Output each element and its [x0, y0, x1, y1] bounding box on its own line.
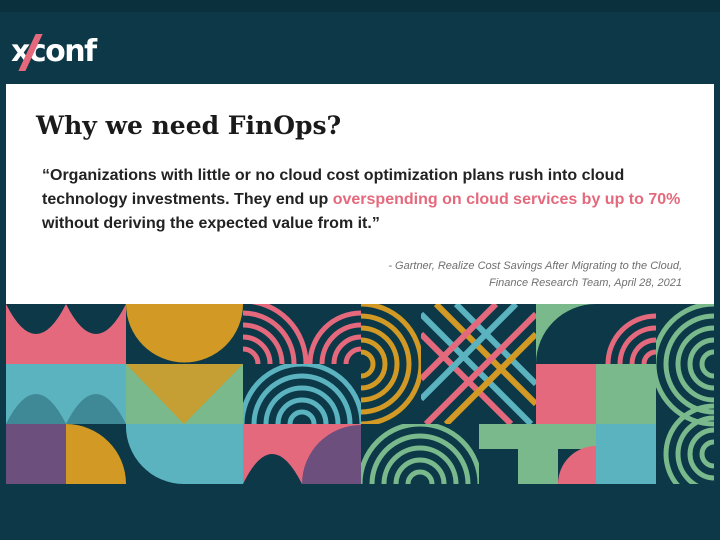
slide-card: Why we need FinOps? “Organizations with … [6, 84, 714, 304]
top-bar [0, 0, 720, 12]
pattern-tile [6, 424, 66, 484]
pattern-tile [596, 424, 656, 484]
pattern-tile [66, 424, 126, 484]
decorative-geometric-pattern [6, 304, 714, 484]
quote-attribution: - Gartner, Realize Cost Savings After Mi… [388, 258, 682, 292]
xconf-logo: xconf [11, 30, 121, 74]
attribution-line-2: Finance Research Team, April 28, 2021 [488, 277, 682, 289]
bottom-bar [0, 484, 720, 540]
attribution-line-1: - Gartner, Realize Cost Savings After Mi… [388, 260, 682, 272]
quote-highlight: overspending on cloud services by up to … [332, 191, 681, 208]
quote-text-end: without deriving the expected value from… [42, 215, 380, 232]
pattern-tile [361, 304, 421, 424]
pattern-tile [361, 424, 479, 484]
pattern-tile [536, 364, 596, 424]
pattern-tile [243, 364, 361, 424]
pattern-tile [596, 364, 656, 424]
slide-title: Why we need FinOps? [36, 111, 342, 140]
pattern-tile [243, 304, 361, 364]
gartner-quote: “Organizations with little or no cloud c… [42, 164, 682, 236]
